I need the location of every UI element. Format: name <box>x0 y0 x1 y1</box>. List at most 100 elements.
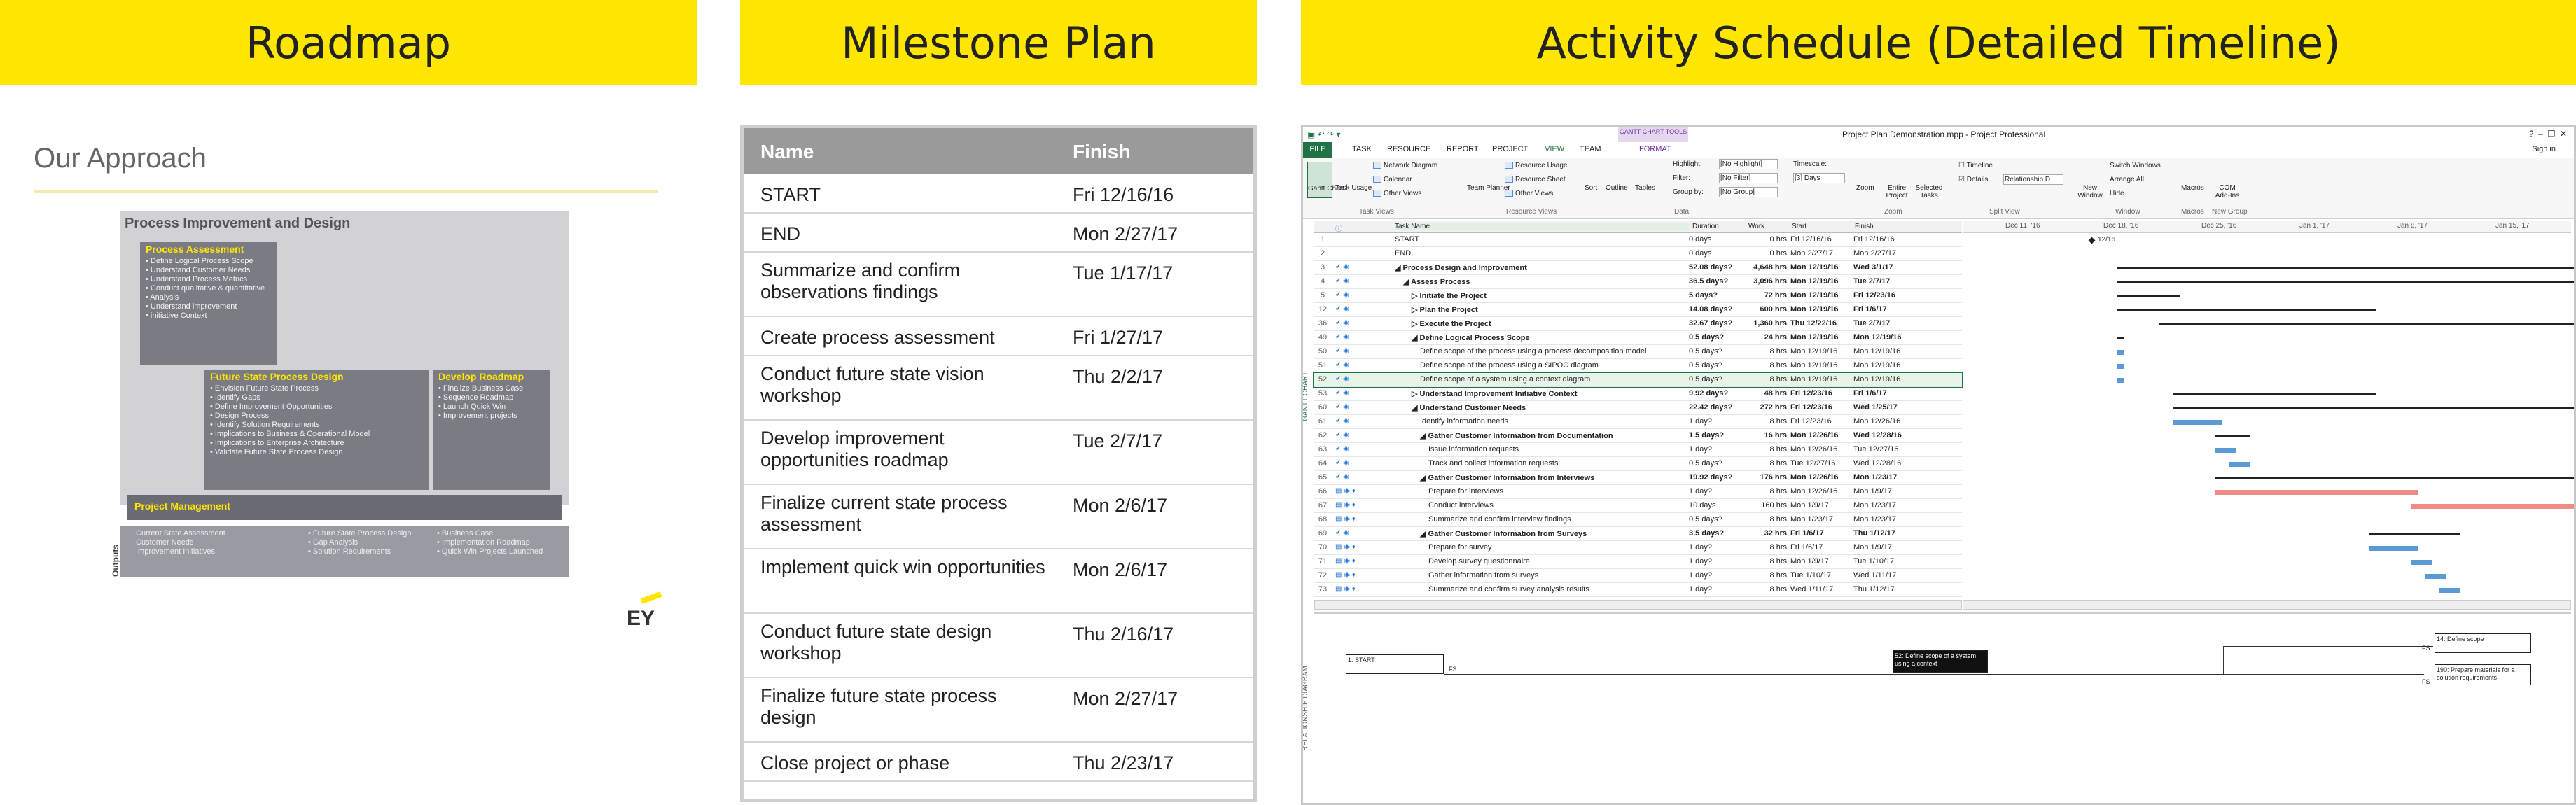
gantt-bar[interactable] <box>2117 364 2124 369</box>
tab-project[interactable]: PROJECT <box>1492 145 1528 153</box>
timeline-checkbox[interactable]: ☐ Timeline <box>1958 162 1993 169</box>
selected-tasks-button[interactable]: Selected Tasks <box>1914 184 1944 200</box>
sort-button[interactable]: Sort <box>1585 184 1597 192</box>
task-row[interactable]: ✔ ◉ 69 ◢ Gather Customer Information from … <box>1314 527 1962 541</box>
other-views-button[interactable]: Other Views <box>1373 190 1421 197</box>
gantt-bar[interactable] <box>2117 295 2180 298</box>
task-row[interactable]: ✔ ◉ 51 Define scope of the process using a… <box>1314 359 1962 373</box>
filter-select[interactable]: [No Filter] <box>1719 173 1778 183</box>
gantt-bar[interactable] <box>2425 574 2446 579</box>
gantt-bar[interactable] <box>2369 546 2418 551</box>
window-controls[interactable]: ? – ❐ ✕ <box>2529 129 2567 139</box>
gantt-chart-button[interactable]: Gantt Chart <box>1307 162 1344 198</box>
gantt-bar[interactable] <box>2215 435 2250 438</box>
grid-scrollbar[interactable] <box>1314 600 1962 610</box>
col-work[interactable]: Work <box>1748 223 1764 230</box>
task-row[interactable]: ▤ ◉ ♦ 72 Gather information from surveys 1 … <box>1314 569 1962 583</box>
milestone-row[interactable]: START Fri 12/16/16 <box>744 174 1253 214</box>
gantt-bar[interactable] <box>2215 490 2418 495</box>
zoom-button[interactable]: Zoom <box>1856 184 1874 192</box>
new-window-button[interactable]: New Window <box>2076 184 2104 200</box>
sign-in-link[interactable]: Sign in <box>2532 145 2556 153</box>
gantt-bar[interactable] <box>2117 337 2124 340</box>
task-row[interactable]: ✔ ◉ 4 ◢ Assess Process 36.5 days? 3,096 hrs M… <box>1314 275 1962 289</box>
com-addins-button[interactable]: COM Add-Ins <box>2213 184 2241 200</box>
gantt-bar[interactable] <box>2117 267 2574 270</box>
details-select[interactable]: Relationship D <box>2003 174 2063 185</box>
milestone-row[interactable]: Conduct future state vision workshop Thu … <box>744 356 1253 421</box>
milestone-diamond[interactable] <box>2088 237 2096 244</box>
hide-button[interactable]: Hide <box>2110 190 2124 197</box>
task-row[interactable]: ✔ ◉ 60 ◢ Understand Customer Needs 22.42 da… <box>1314 401 1962 415</box>
task-row[interactable]: ✔ ◉ 61 Identify information needs 1 day? 8 h… <box>1314 415 1962 429</box>
resource-usage-button[interactable]: Resource Usage <box>1505 162 1567 169</box>
milestone-row[interactable]: Conduct future state design workshop Thu … <box>744 614 1253 678</box>
task-row[interactable]: ✔ ◉ 36 ▷ Execute the Project 32.67 days? 1,3… <box>1314 317 1962 331</box>
tab-format[interactable]: FORMAT <box>1639 145 1671 153</box>
groupby-select[interactable]: [No Group] <box>1719 187 1778 197</box>
details-checkbox[interactable]: ☑ Details <box>1958 176 1988 183</box>
task-row[interactable]: ▤ ◉ ♦ 68 Summarize and confirm interview f… <box>1314 513 1962 527</box>
tab-report[interactable]: REPORT <box>1447 145 1479 153</box>
chart-scrollbar[interactable] <box>1963 600 2571 610</box>
task-row[interactable]: ▤ ◉ ♦ 70 Prepare for survey 1 day? 8 hrs Fri … <box>1314 541 1962 555</box>
task-row[interactable]: ✔ ◉ 62 ◢ Gather Customer Information from … <box>1314 429 1962 443</box>
gantt-bar[interactable] <box>2117 378 2124 383</box>
task-row[interactable]: ✔ ◉ 63 Issue information requests 1 day? 8 h… <box>1314 443 1962 457</box>
tab-task[interactable]: TASK <box>1352 145 1372 153</box>
task-row[interactable]: ▤ ◉ ♦ 66 Prepare for interviews 1 day? 8 hrs… <box>1314 485 1962 499</box>
gantt-bar[interactable] <box>2369 533 2460 536</box>
task-row[interactable]: ▤ ◉ ♦ 73 Summarize and confirm survey anal… <box>1314 583 1962 597</box>
macros-button[interactable]: Macros <box>2181 184 2204 192</box>
col-start[interactable]: Start <box>1792 223 1806 230</box>
tables-button[interactable]: Tables <box>1635 184 1655 192</box>
gantt-bar[interactable] <box>2439 588 2460 593</box>
gantt-bar[interactable] <box>2229 462 2250 467</box>
col-finish[interactable]: Finish <box>1855 223 1874 230</box>
gantt-bar[interactable] <box>2173 393 2376 396</box>
entire-project-button[interactable]: Entire Project <box>1883 184 1911 200</box>
gantt-bar[interactable] <box>2215 477 2574 479</box>
task-row[interactable]: ▤ ◉ ♦ 67 Conduct interviews 10 days 160 hrs M… <box>1314 499 1962 513</box>
gantt-bar[interactable] <box>2159 323 2574 326</box>
gantt-bar[interactable] <box>2117 309 2376 312</box>
tab-team[interactable]: TEAM <box>1580 145 1601 153</box>
task-row[interactable]: ✔ ◉ 12 ▷ Plan the Project 14.08 days? 600 hr… <box>1314 303 1962 317</box>
task-row[interactable]: 2 END 0 days 0 hrs Mon 2/27/17 Mon 2/27/17 <box>1314 247 1962 261</box>
task-row[interactable]: ✔ ◉ 64 Track and collect information reque… <box>1314 457 1962 471</box>
timescale-select[interactable]: [3] Days <box>1793 173 1845 183</box>
milestone-row[interactable]: Develop improvement opportunities roadma… <box>744 421 1253 485</box>
calendar-button[interactable]: Calendar <box>1373 176 1412 183</box>
milestone-row[interactable]: Finalize future state process design Mon … <box>744 678 1253 743</box>
rel-box-190[interactable]: 190: Prepare materials for a solution re… <box>2435 664 2531 685</box>
milestone-row[interactable]: Create process assessment Fri 1/27/17 <box>744 317 1253 356</box>
milestone-row[interactable]: Implement quick win opportunities Mon 2/6… <box>744 550 1253 614</box>
task-row[interactable]: ✔ ◉ 5 ▷ Initiate the Project 5 days? 72 hrs M… <box>1314 289 1962 303</box>
rel-box-14[interactable]: 14: Define scope <box>2435 634 2531 653</box>
team-planner-button[interactable]: Team Planner <box>1467 184 1510 192</box>
arrange-all-button[interactable]: Arrange All <box>2110 176 2144 183</box>
quick-access-icons[interactable]: ▣ ↶ ↷ ▾ <box>1307 130 1340 139</box>
resource-sheet-button[interactable]: Resource Sheet <box>1505 176 1566 183</box>
rel-box-selected[interactable]: 52: Define scope of a system using a con… <box>1893 650 1988 673</box>
task-row[interactable]: ✔ ◉ 65 ◢ Gather Customer Information from … <box>1314 471 1962 485</box>
milestone-row[interactable]: Summarize and confirm observations findi… <box>744 253 1253 317</box>
gantt-bar[interactable] <box>2411 504 2574 509</box>
milestone-row[interactable]: END Mon 2/27/17 <box>744 214 1253 253</box>
gantt-bar[interactable] <box>2173 420 2222 425</box>
task-row[interactable]: ✔ ◉ 50 Define scope of the process using a… <box>1314 345 1962 359</box>
milestone-row[interactable]: Close project or phase Thu 2/23/17 <box>744 743 1253 782</box>
network-diagram-button[interactable]: Network Diagram <box>1373 162 1437 169</box>
gantt-bar[interactable] <box>2411 560 2432 565</box>
tab-view[interactable]: VIEW <box>1545 145 1564 153</box>
tab-resource[interactable]: RESOURCE <box>1387 145 1430 153</box>
gantt-bar[interactable] <box>2215 448 2236 453</box>
switch-windows-button[interactable]: Switch Windows <box>2110 162 2161 169</box>
gantt-bar[interactable] <box>2173 407 2574 410</box>
gantt-bar[interactable] <box>2117 281 2574 284</box>
col-task-name[interactable]: Task Name <box>1395 223 1689 230</box>
col-duration[interactable]: Duration <box>1692 223 1719 230</box>
task-usage-button[interactable]: Task Usage <box>1335 184 1372 192</box>
tab-file[interactable]: FILE <box>1303 142 1332 158</box>
task-row[interactable]: ✔ ◉ 53 ▷ Understand Improvement Initiative… <box>1314 387 1962 401</box>
